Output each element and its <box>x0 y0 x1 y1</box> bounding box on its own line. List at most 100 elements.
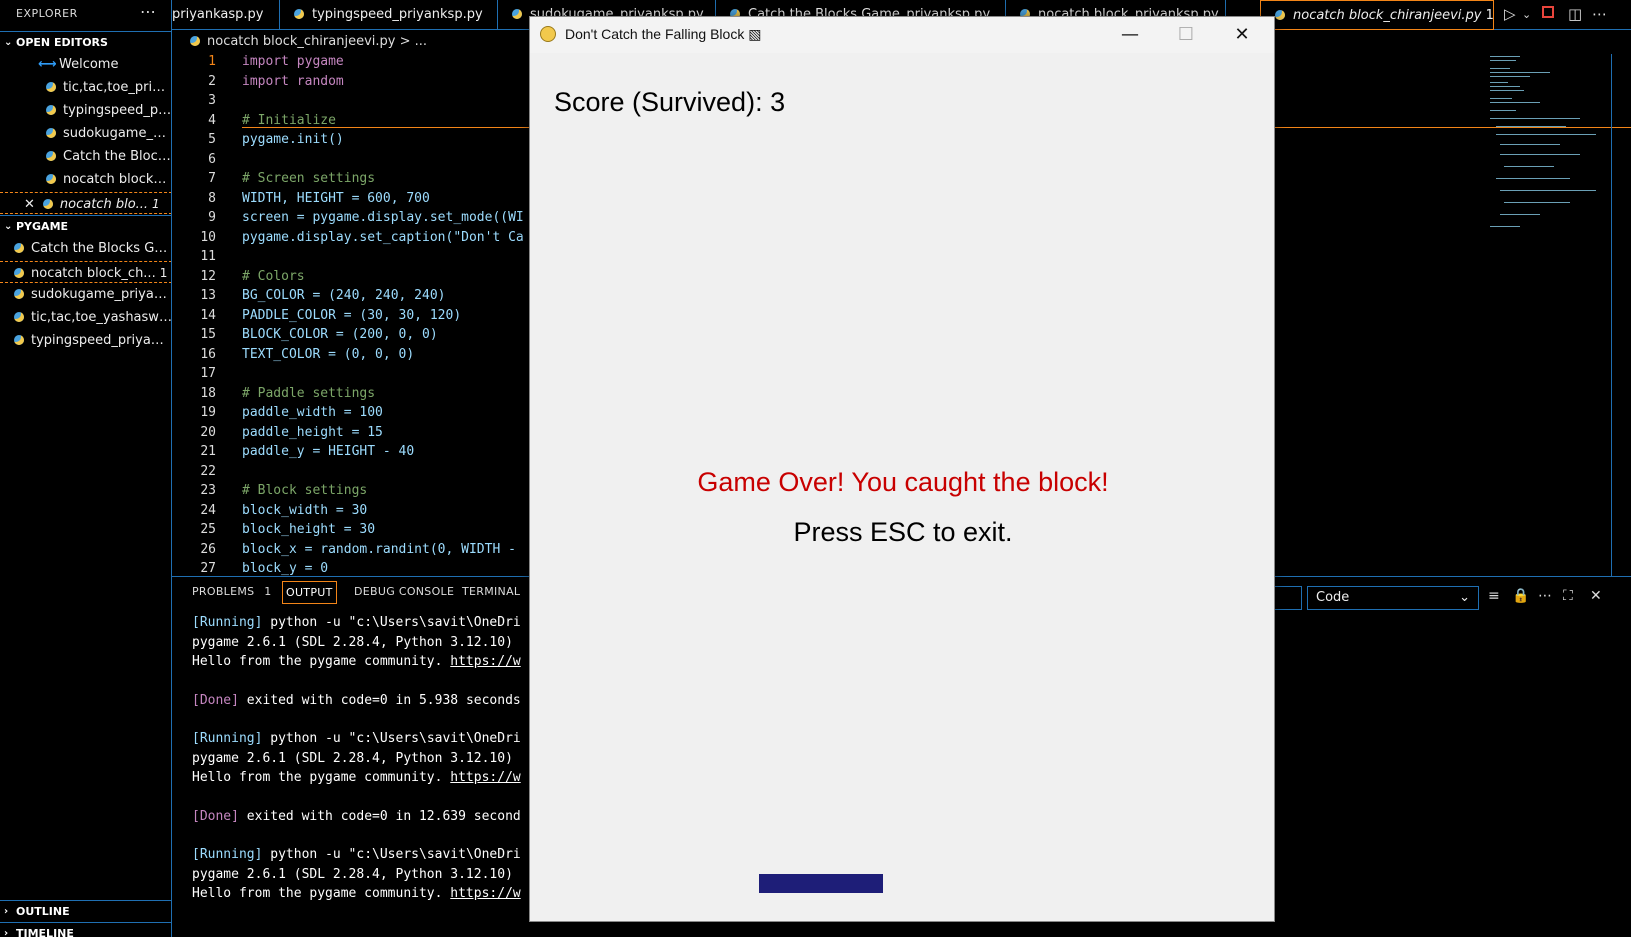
split-editor-icon[interactable]: ◫ <box>1568 5 1582 23</box>
vscode-icon: ⟷ <box>38 57 57 72</box>
line-number: 3 <box>208 93 216 108</box>
python-file-icon <box>42 198 53 209</box>
game-over-message: Game Over! You caught the block! <box>697 467 1109 497</box>
outline-header[interactable]: › OUTLINE <box>0 900 171 922</box>
chevron-right-icon: › <box>4 928 9 937</box>
chevron-down-icon[interactable]: ⌄ <box>1522 8 1531 21</box>
output-line: Hello from the pygame community. https:/… <box>192 654 521 669</box>
open-editor-item-active[interactable]: ✕ nocatch blo... 1 <box>0 192 171 214</box>
editor-tab-active[interactable]: nocatch block_chiranjeevi.py 1 ✕ <box>1260 0 1494 30</box>
output-link[interactable]: https://w <box>450 770 520 785</box>
line-number: 13 <box>200 288 216 303</box>
code-line: block_y = 0 <box>242 561 329 576</box>
problem-count-badge: 1 <box>159 266 168 280</box>
line-number: 5 <box>208 132 216 147</box>
output-channel-select[interactable]: Code ⌄ <box>1307 586 1479 610</box>
game-window-titlebar[interactable]: Don't Catch the Falling Block ▧ — ☐ ✕ <box>530 17 1274 53</box>
chevron-down-icon: ⌄ <box>1459 590 1470 605</box>
open-editor-item[interactable]: typingspeed_pri... <box>0 100 171 122</box>
output-line: pygame 2.6.1 (SDL 2.28.4, Python 3.12.10… <box>192 866 513 882</box>
code-line: import pygame <box>242 54 344 69</box>
stop-icon[interactable] <box>1542 6 1554 18</box>
python-file-icon <box>14 334 24 345</box>
tab-terminal[interactable]: TERMINAL <box>462 585 520 598</box>
more-icon[interactable]: ⋯ <box>140 2 156 21</box>
line-number: 2 <box>208 73 216 89</box>
file-item[interactable]: Catch the Blocks Gam... <box>0 238 171 260</box>
editor-tab[interactable]: typingspeed_priyanksp.py <box>280 0 498 30</box>
file-item[interactable]: sudokugame_priyank... <box>0 284 171 306</box>
line-number: 10 <box>200 229 216 245</box>
paddle <box>759 874 883 893</box>
line-number: 20 <box>200 424 216 440</box>
game-window-title: Don't Catch the Falling Block ▧ <box>565 26 762 42</box>
python-file-icon <box>294 8 304 19</box>
open-editor-item[interactable]: tic,tac,toe_priya... <box>0 77 171 99</box>
minimap[interactable] <box>1490 54 1610 244</box>
python-file-icon <box>46 81 56 92</box>
editor-tab[interactable]: priyankasp.py <box>172 0 280 30</box>
lock-icon[interactable]: 🔒 <box>1512 588 1529 604</box>
run-icon[interactable]: ▷ <box>1504 5 1516 23</box>
open-editor-item[interactable]: Catch the Blocks... <box>0 146 171 168</box>
maximize-panel-icon[interactable]: ⛶ <box>1563 588 1573 604</box>
output-link[interactable]: https://w <box>450 886 520 901</box>
code-line: import random <box>242 73 344 89</box>
output-line: pygame 2.6.1 (SDL 2.28.4, Python 3.12.10… <box>192 634 513 650</box>
code-line: BG_COLOR = (240, 240, 240) <box>242 288 446 303</box>
code-line: block_height = 30 <box>242 522 376 537</box>
open-editor-item-welcome[interactable]: ⟷ Welcome <box>0 54 171 76</box>
code-line: PADDLE_COLOR = (30, 30, 120) <box>242 307 462 323</box>
output-line: pygame 2.6.1 (SDL 2.28.4, Python 3.12.10… <box>192 750 513 766</box>
close-icon[interactable]: ✕ <box>24 197 35 212</box>
file-item-active[interactable]: nocatch block_ch... 1 <box>0 261 171 283</box>
chevron-down-icon: ⌄ <box>4 37 13 48</box>
line-number: 12 <box>200 268 216 284</box>
tab-debug-console[interactable]: DEBUG CONSOLE <box>354 585 454 598</box>
clear-output-icon[interactable]: ≡ <box>1488 588 1500 604</box>
line-number: 22 <box>200 463 216 479</box>
chevron-right-icon: › <box>4 906 9 917</box>
output-line: [Running] python -u "c:\Users\savit\OneD… <box>192 731 521 746</box>
folder-header-pygame[interactable]: ⌄ PYGAME <box>0 215 171 237</box>
open-editor-item[interactable]: nocatch block_p... <box>0 169 171 191</box>
python-file-icon <box>46 173 56 184</box>
more-icon[interactable]: ⋯ <box>1592 5 1607 23</box>
code-line: pygame.display.set_caption("Don't Ca <box>242 229 524 245</box>
output-line: [Running] python -u "c:\Users\savit\OneD… <box>192 847 521 862</box>
open-editors-header[interactable]: ⌄ OPEN EDITORS <box>0 31 171 53</box>
code-line: # Screen settings <box>242 171 376 186</box>
editor-scrollbar[interactable] <box>1611 54 1626 576</box>
tab-output[interactable]: OUTPUT <box>282 581 337 604</box>
tab-problems[interactable]: PROBLEMS 1 <box>192 585 272 598</box>
python-file-icon <box>14 242 24 253</box>
code-line: # Initialize <box>242 112 336 128</box>
maximize-icon[interactable]: ☐ <box>1166 21 1206 49</box>
code-line: # Colors <box>242 268 305 284</box>
line-number: 16 <box>200 346 216 362</box>
file-item[interactable]: typingspeed_priyanks... <box>0 330 171 352</box>
code-line: # Block settings <box>242 483 368 498</box>
line-number: 14 <box>200 307 216 323</box>
open-editor-item[interactable]: sudokugame_pri... <box>0 123 171 145</box>
python-file-icon <box>14 267 24 278</box>
line-number: 9 <box>208 210 216 225</box>
more-icon[interactable]: ⋯ <box>1538 588 1552 604</box>
line-number: 6 <box>208 151 216 167</box>
file-item[interactable]: tic,tac,toe_yashaswini.... <box>0 307 171 329</box>
timeline-header[interactable]: › TIMELINE <box>0 922 171 937</box>
close-icon[interactable]: ✕ <box>1222 21 1262 49</box>
output-line: Hello from the pygame community. https:/… <box>192 886 521 901</box>
line-number: 26 <box>200 541 216 557</box>
game-window[interactable]: Don't Catch the Falling Block ▧ — ☐ ✕ Sc… <box>529 16 1275 922</box>
output-line: [Running] python -u "c:\Users\savit\OneD… <box>192 615 521 630</box>
line-number: 7 <box>208 171 216 186</box>
output-link[interactable]: https://w <box>450 654 520 669</box>
python-file-icon <box>46 104 56 115</box>
line-number: 15 <box>200 327 216 342</box>
breadcrumb[interactable]: nocatch block_chiranjeevi.py > ... <box>190 34 427 49</box>
close-panel-icon[interactable]: ✕ <box>1590 588 1602 604</box>
line-number: 23 <box>200 483 216 498</box>
explorer-title: EXPLORER <box>16 7 78 20</box>
minimize-icon[interactable]: — <box>1110 21 1150 49</box>
